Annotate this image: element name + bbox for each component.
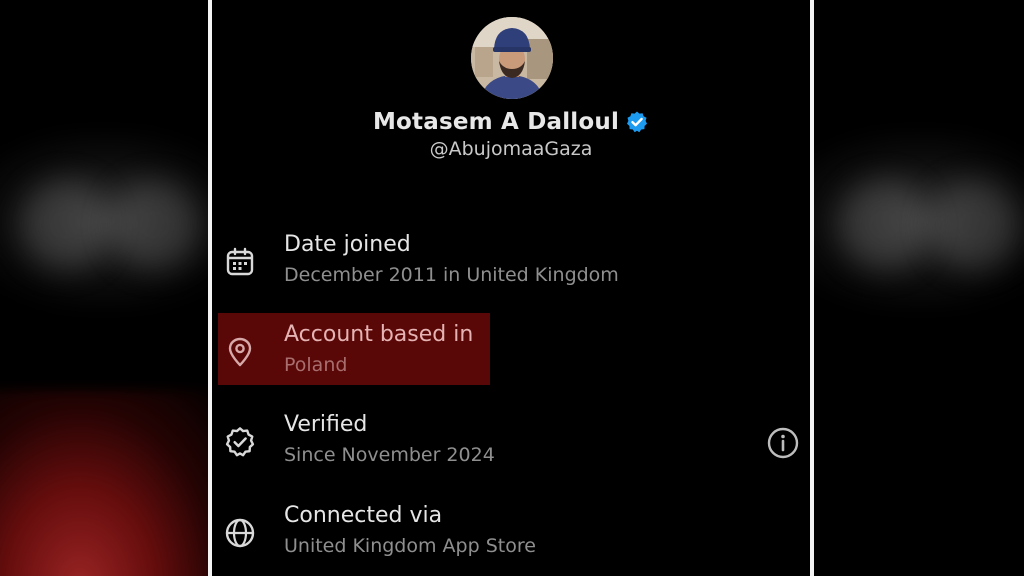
blurred-background-left xyxy=(0,0,210,576)
calendar-icon xyxy=(224,246,256,278)
profile-name: Motasem A Dalloul xyxy=(372,109,620,135)
about-row-account-based-in: Account based in Poland xyxy=(212,322,810,392)
info-icon[interactable] xyxy=(766,426,800,460)
video-frame: Motasem A Dalloul @AbujomaaGaza Date joi… xyxy=(0,0,1024,576)
about-row-verified: Verified Since November 2024 xyxy=(212,412,810,482)
blurred-background-right xyxy=(814,0,1024,576)
avatar[interactable] xyxy=(471,17,553,99)
about-row-date-joined: Date joined December 2011 in United King… xyxy=(212,232,810,302)
location-pin-icon xyxy=(224,336,256,368)
globe-icon xyxy=(224,517,256,549)
frame-border-right xyxy=(810,0,814,576)
about-row-title: Connected via xyxy=(284,503,443,528)
about-row-title: Date joined xyxy=(284,232,411,257)
about-row-title: Verified xyxy=(284,412,368,437)
avatar-photo xyxy=(471,17,553,99)
about-account-screen: Motasem A Dalloul @AbujomaaGaza Date joi… xyxy=(212,0,810,576)
profile-handle: @AbujomaaGaza xyxy=(429,138,593,160)
verified-badge-icon xyxy=(224,426,256,458)
about-row-subtitle: Since November 2024 xyxy=(284,444,495,466)
about-row-subtitle: Poland xyxy=(284,354,348,376)
about-row-subtitle: United Kingdom App Store xyxy=(284,535,536,557)
about-row-subtitle: December 2011 in United Kingdom xyxy=(284,264,619,286)
profile-name-row: Motasem A Dalloul xyxy=(212,105,810,139)
about-row-title: Account based in xyxy=(284,322,474,347)
about-row-connected-via: Connected via United Kingdom App Store xyxy=(212,503,810,573)
verified-checkmark-icon xyxy=(625,110,649,134)
